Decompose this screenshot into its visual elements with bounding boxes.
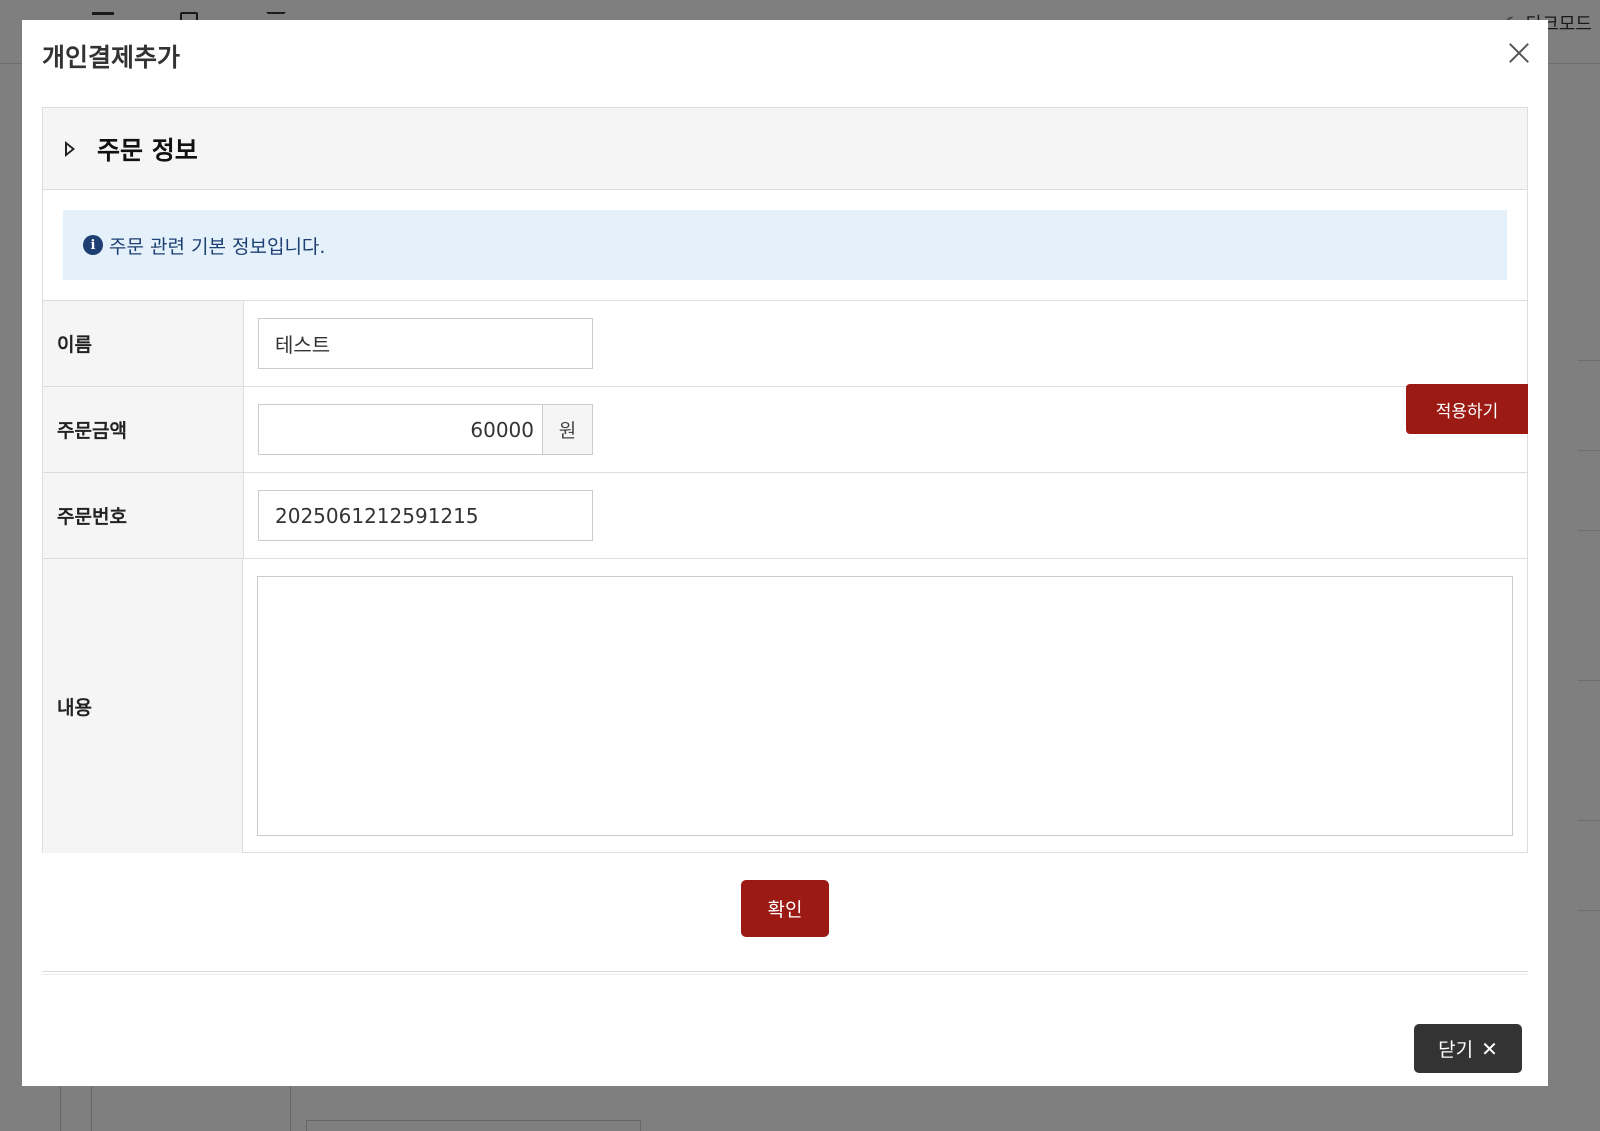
form-row-name: 이름 테스트	[43, 301, 1527, 387]
order-number-field-cell: 2025061212591215	[244, 473, 1527, 558]
amount-field-cell: 60000 원	[244, 387, 1527, 472]
order-number-input[interactable]: 2025061212591215	[258, 490, 593, 541]
name-input[interactable]: 테스트	[258, 318, 593, 369]
form-row-order-number: 주문번호 2025061212591215	[43, 473, 1527, 559]
apply-button[interactable]: 적용하기	[1406, 384, 1528, 434]
confirm-button[interactable]: 확인	[741, 880, 829, 937]
info-alert: i 주문 관련 기본 정보입니다.	[63, 210, 1507, 280]
order-number-label: 주문번호	[43, 473, 244, 558]
panel-header[interactable]: 주문 정보	[43, 108, 1527, 190]
form-row-amount: 주문금액 60000 원 적용하기	[43, 384, 1528, 473]
close-button[interactable]: 닫기 ✕	[1414, 1024, 1522, 1073]
divider	[42, 974, 1528, 975]
modal-title: 개인결제추가	[42, 43, 181, 72]
panel-title: 주문 정보	[97, 135, 198, 165]
add-personal-payment-modal: 개인결제추가 주문 정보 i 주문 관련 기본 정보입니다. 이름 테스트 주문…	[22, 20, 1548, 1086]
x-icon: ✕	[1481, 1036, 1498, 1061]
info-section: i 주문 관련 기본 정보입니다.	[43, 190, 1527, 301]
content-textarea[interactable]	[257, 576, 1513, 836]
name-field-cell: 테스트	[244, 301, 1527, 386]
content-field-cell	[243, 559, 1527, 853]
name-label: 이름	[43, 301, 244, 386]
info-circle-icon: i	[83, 235, 103, 255]
order-info-panel: 주문 정보 i 주문 관련 기본 정보입니다. 이름 테스트 주문금액 6000…	[42, 107, 1528, 853]
currency-unit: 원	[542, 404, 593, 455]
close-button-label: 닫기	[1438, 1039, 1474, 1061]
info-message: 주문 관련 기본 정보입니다.	[109, 235, 326, 258]
amount-input[interactable]: 60000	[258, 404, 542, 455]
divider	[42, 971, 1528, 972]
triangle-right-icon	[65, 140, 75, 157]
close-icon[interactable]	[1508, 42, 1530, 64]
form-row-content: 내용	[43, 559, 1527, 853]
amount-label: 주문금액	[43, 387, 244, 472]
amount-input-group: 60000 원	[258, 404, 593, 455]
content-label: 내용	[43, 559, 243, 853]
